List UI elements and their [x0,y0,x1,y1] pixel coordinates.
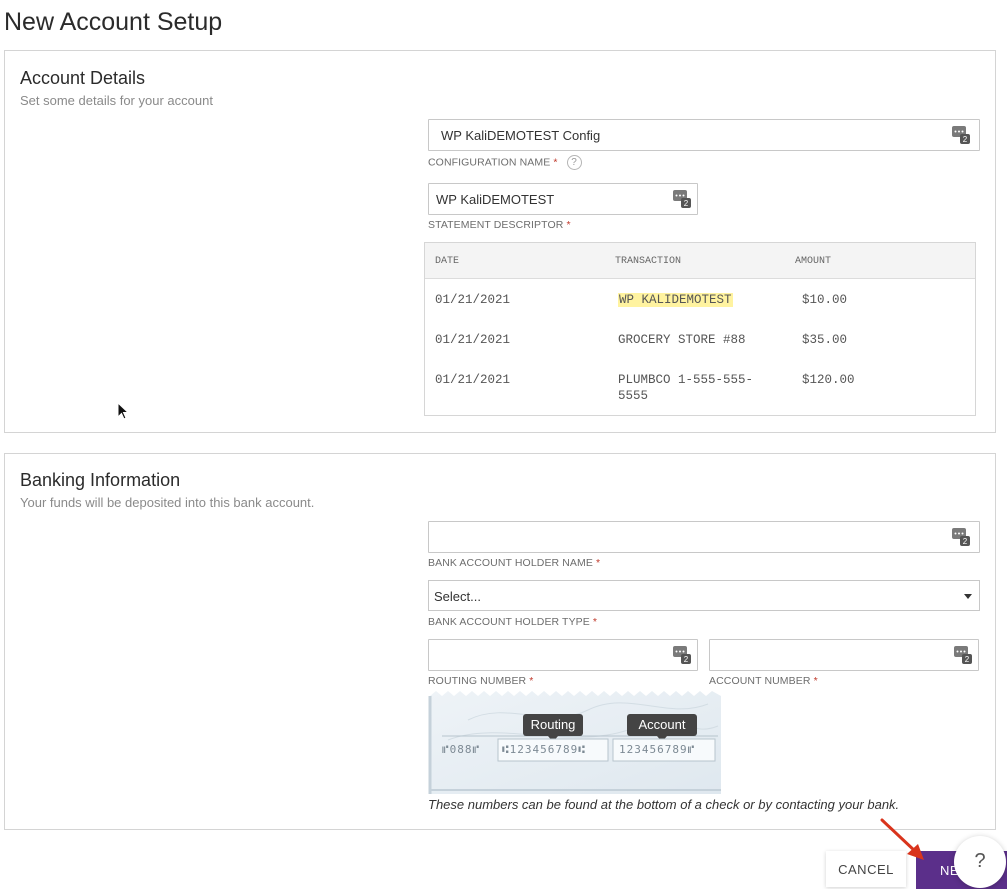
svg-text:2: 2 [963,537,968,546]
svg-text:2: 2 [963,135,968,144]
annotation-arrow-icon [880,818,924,860]
account-details-title: Account Details [20,68,146,88]
page-title: New Account Setup [4,8,223,36]
check-help-note: These numbers can be found at the bottom… [428,797,900,812]
statement-descriptor-value[interactable]: WP KaliDEMOTEST [436,192,554,207]
row-transaction: PLUMBCO 1-555-555- [618,373,754,387]
keyboard-badge-icon[interactable]: 2 [952,126,970,144]
configuration-name-label-text: CONFIGURATION NAME [428,156,551,169]
routing-number-label-text: ROUTING NUMBER [428,675,527,687]
required-marker: * [553,156,558,169]
micr-prefix: ⑈088⑈ [442,743,481,756]
check-illustration [428,691,721,794]
keyboard-badge-icon[interactable]: 2 [673,190,691,208]
statement-table-header: DATE TRANSACTION AMOUNT [425,243,975,279]
micr-account: 123456789⑈ [619,743,696,756]
row-date: 01/21/2021 [435,373,511,387]
statement-descriptor-label: STATEMENT DESCRIPTOR * [428,219,571,231]
routing-number-input[interactable] [435,644,663,666]
row-transaction: GROCERY STORE #88 [618,333,746,347]
keyboard-badge-icon[interactable]: 2 [673,646,691,664]
banking-information-subtitle: Your funds will be deposited into this b… [20,495,315,510]
account-number-input[interactable] [716,644,944,666]
statement-preview-table: DATE TRANSACTION AMOUNT 01/21/2021 WP KA… [424,242,976,416]
svg-text:2: 2 [684,199,689,208]
configuration-name-field[interactable]: WP KaliDEMOTEST Config 2 [428,119,980,151]
highlighted-descriptor: WP KALIDEMOTEST [618,293,733,307]
routing-tooltip: Routing [530,717,576,732]
bank-account-holder-name-input[interactable] [435,526,945,548]
required-marker: * [529,675,534,687]
holder-type-label-text: BANK ACCOUNT HOLDER TYPE [428,616,590,628]
required-marker: * [813,675,818,687]
account-tooltip: Account [638,717,686,732]
account-number-label-text: ACCOUNT NUMBER [709,675,811,687]
row-amount: $35.00 [802,333,848,347]
row-date: 01/21/2021 [435,293,511,307]
keyboard-badge-icon[interactable]: 2 [954,646,972,664]
row-date: 01/21/2021 [435,333,511,347]
account-number-field[interactable]: 2 [709,639,979,671]
help-icon[interactable]: ? [566,155,582,170]
row-transaction: WP KALIDEMOTEST [618,293,733,307]
header-date: DATE [435,256,460,267]
keyboard-badge-icon[interactable]: 2 [952,528,970,546]
row-amount: $120.00 [802,373,855,387]
row-transaction-continued: 5555 [618,389,649,403]
bank-account-holder-type-label: BANK ACCOUNT HOLDER TYPE * [428,616,597,628]
statement-descriptor-label-text: STATEMENT DESCRIPTOR [428,219,564,231]
row-amount: $10.00 [802,293,848,307]
svg-text:2: 2 [965,655,970,664]
routing-number-label: ROUTING NUMBER * [428,675,533,687]
header-transaction: TRANSACTION [615,256,682,267]
statement-descriptor-field[interactable]: WP KaliDEMOTEST 2 [428,183,698,215]
mouse-cursor-icon [117,402,129,420]
configuration-name-value[interactable]: WP KaliDEMOTEST Config [441,128,600,143]
bank-account-holder-name-label: BANK ACCOUNT HOLDER NAME * [428,557,600,569]
required-marker: * [596,557,601,569]
required-marker: * [566,219,571,231]
help-button[interactable]: ? [954,836,1006,888]
holder-type-selected-value[interactable]: Select... [434,589,481,604]
account-number-label: ACCOUNT NUMBER * [709,675,818,687]
required-marker: * [592,616,598,628]
header-amount: AMOUNT [795,256,832,267]
holder-name-label-text: BANK ACCOUNT HOLDER NAME [428,557,593,569]
routing-number-field[interactable]: 2 [428,639,698,671]
banking-information-title: Banking Information [20,470,181,490]
account-details-subtitle: Set some details for your account [20,93,213,108]
chevron-down-icon[interactable] [964,594,972,599]
bank-account-holder-name-field[interactable]: 2 [428,521,980,553]
bank-account-holder-type-select[interactable]: Select... [428,580,980,611]
micr-routing: ⑆123456789⑆ [502,743,586,756]
svg-text:2: 2 [684,655,689,664]
configuration-name-label: CONFIGURATION NAME * ? [428,155,582,170]
